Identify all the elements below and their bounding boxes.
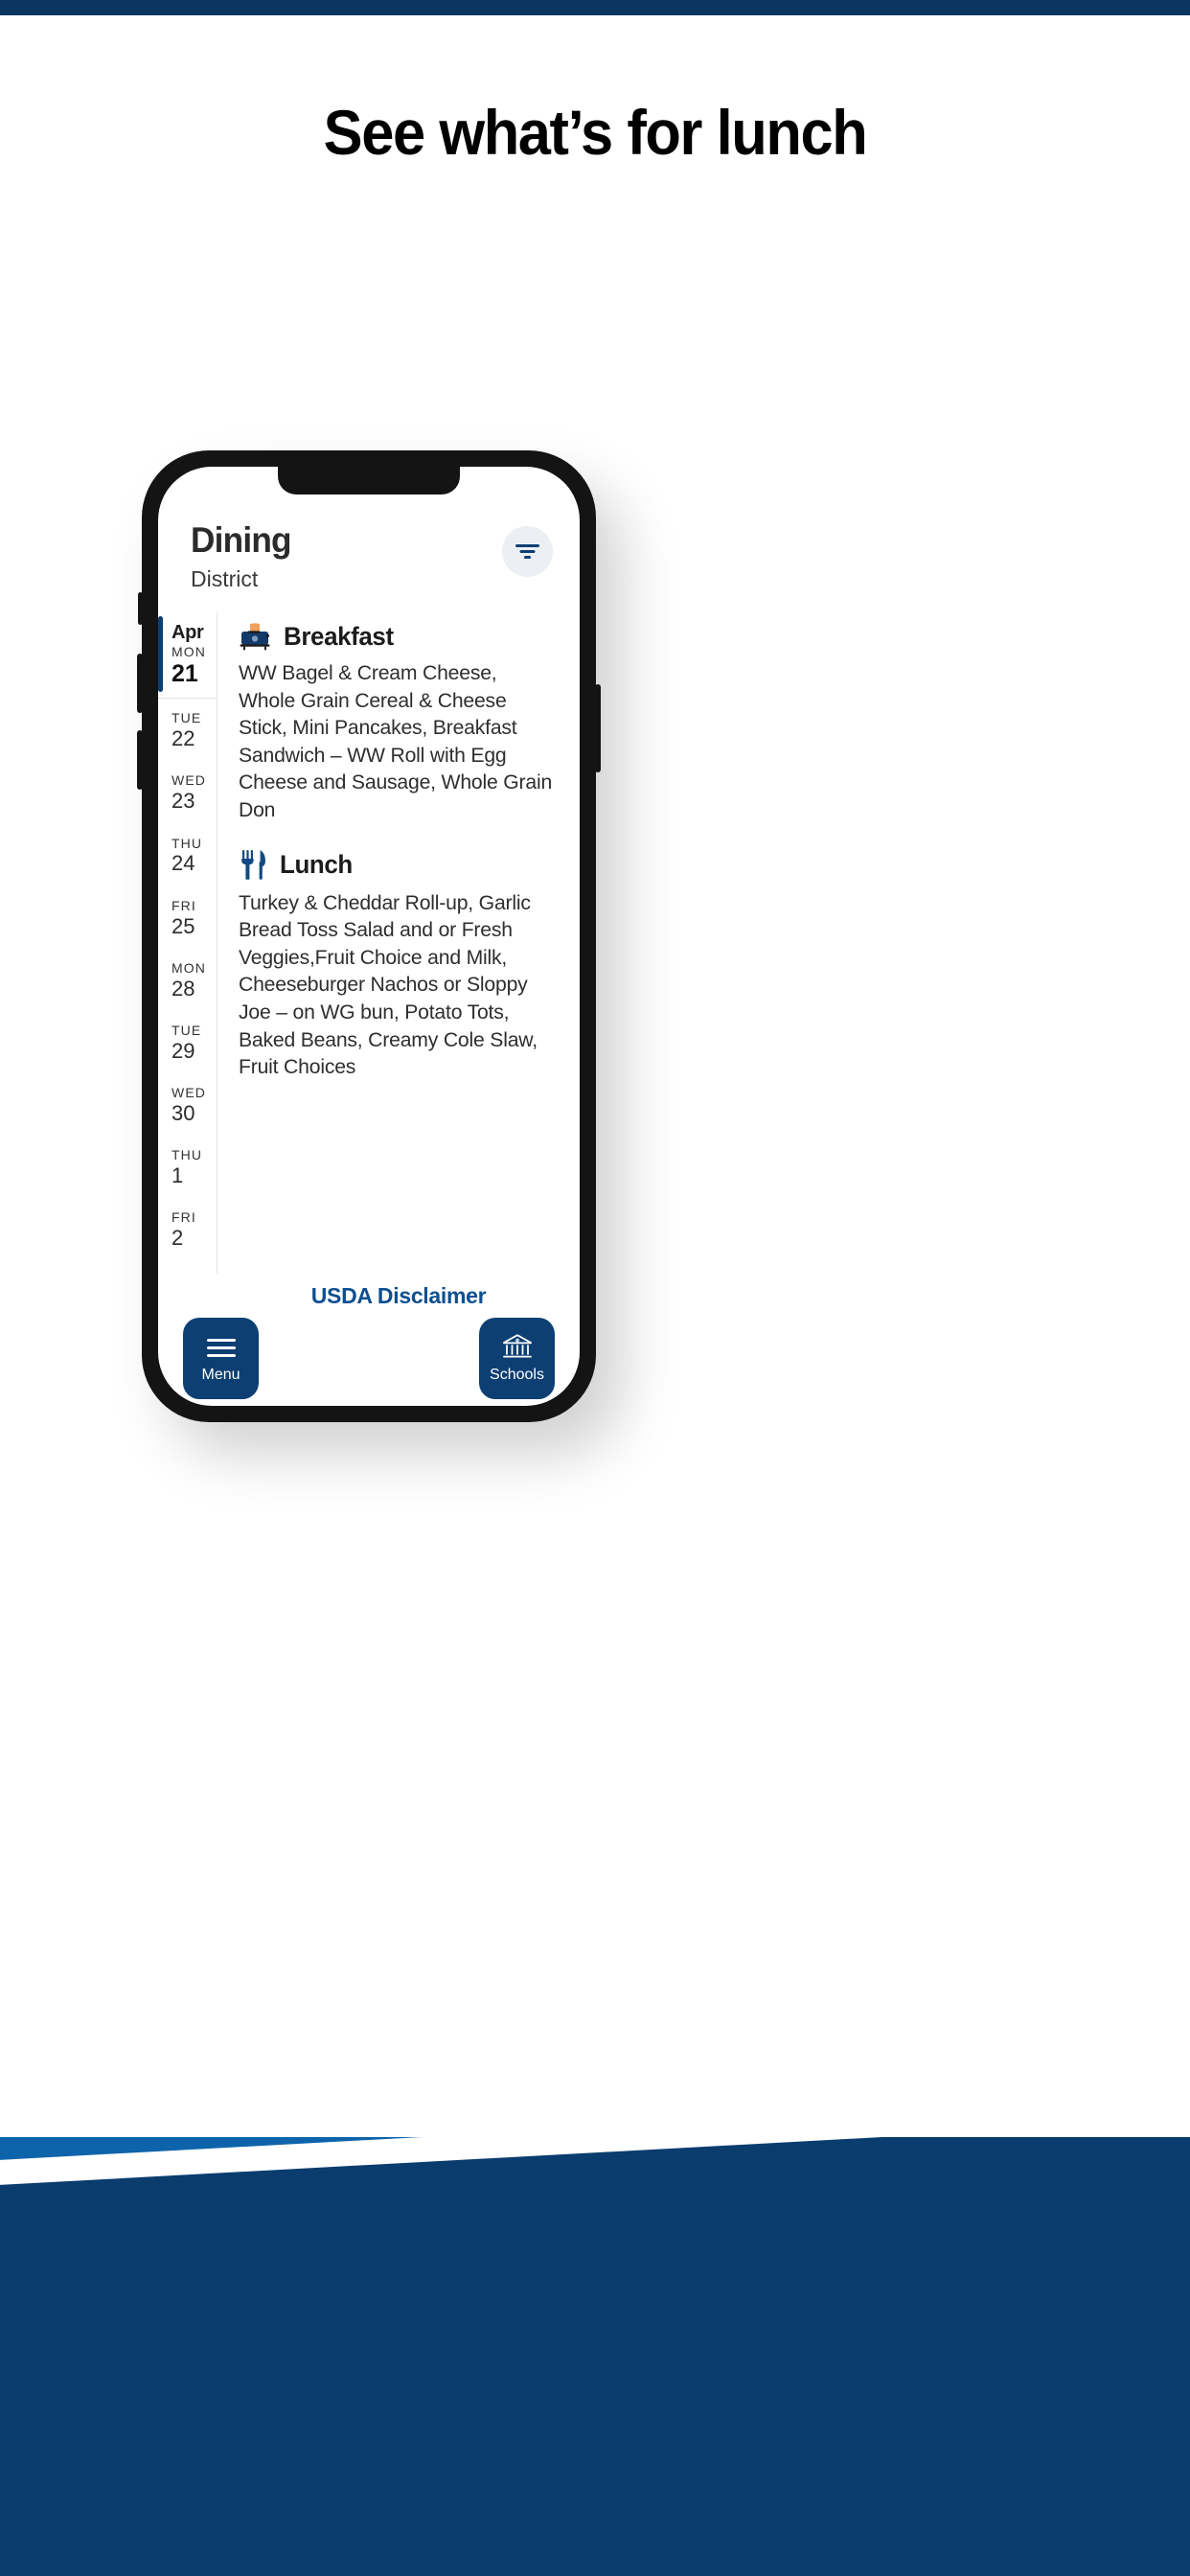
date-item[interactable]: TUE 22 <box>158 699 217 761</box>
menu-button-label: Menu <box>201 1366 240 1383</box>
date-item[interactable]: THU 1 <box>158 1136 217 1198</box>
phone-notch <box>278 467 460 494</box>
date-daynumber: 28 <box>172 976 195 1000</box>
meal-description: WW Bagel & Cream Cheese, Whole Grain Cer… <box>239 661 553 821</box>
date-item[interactable]: FRI 25 <box>158 886 217 949</box>
usda-disclaimer-link[interactable]: USDA Disclaimer <box>217 1283 580 1309</box>
date-daynumber: 22 <box>172 726 195 751</box>
top-accent-bar <box>0 0 1190 15</box>
date-daynumber: 29 <box>172 1038 195 1063</box>
page-title: Dining <box>191 520 292 560</box>
date-month: Apr <box>172 622 204 643</box>
fork-knife-icon <box>241 849 265 880</box>
phone-volume-down[interactable] <box>137 730 143 790</box>
date-dayofweek: THU <box>172 835 203 851</box>
app-header: Dining District <box>158 520 580 607</box>
date-item[interactable]: THU 24 <box>158 824 217 886</box>
date-daynumber: 23 <box>172 789 195 814</box>
school-building-icon <box>502 1334 532 1358</box>
date-dayofweek: FRI <box>172 1209 196 1226</box>
phone-mute-switch[interactable] <box>138 592 143 625</box>
date-daynumber: 25 <box>172 913 195 938</box>
date-rail[interactable]: Apr MON 21 TUE 22 WED 23 THU 24 FRI 25 M… <box>158 612 217 1274</box>
page-headline: See what’s for lunch <box>323 97 868 168</box>
schools-button[interactable]: Schools <box>479 1318 555 1399</box>
filter-icon <box>515 544 539 559</box>
date-item[interactable]: MON 28 <box>158 949 217 1011</box>
date-dayofweek: TUE <box>172 710 202 726</box>
phone-mockup: Dining District Apr MON 21 TUE 22 WED 23… <box>137 450 601 1422</box>
page-subtitle: District <box>191 566 259 591</box>
date-item[interactable]: Apr MON 21 <box>158 612 217 700</box>
date-dayofweek: THU <box>172 1146 203 1162</box>
meal-title: Lunch <box>280 850 353 880</box>
date-item[interactable]: WED 30 <box>158 1073 217 1136</box>
phone-volume-up[interactable] <box>137 654 143 713</box>
date-daynumber: 1 <box>172 1162 184 1187</box>
page-root: See what’s for lunch Dining District Apr… <box>0 0 1190 2576</box>
date-item[interactable]: TUE 29 <box>158 1011 217 1073</box>
app-body: Apr MON 21 TUE 22 WED 23 THU 24 FRI 25 M… <box>158 612 580 1274</box>
decorative-blue-banner <box>0 2137 1190 2576</box>
menu-button[interactable]: Menu <box>183 1318 259 1399</box>
hamburger-icon <box>206 1334 236 1362</box>
date-daynumber: 21 <box>172 659 198 687</box>
date-dayofweek: MON <box>172 1271 217 1274</box>
meal-list: Breakfast WW Bagel & Cream Cheese, Whole… <box>217 612 580 1274</box>
date-dayofweek: MON <box>172 644 206 659</box>
meal-header: Breakfast <box>239 622 561 652</box>
deco-base-layer <box>0 2137 1190 2576</box>
date-dayofweek: WED <box>172 772 206 789</box>
meal-section-breakfast: Breakfast WW Bagel & Cream Cheese, Whole… <box>239 622 561 824</box>
date-dayofweek: WED <box>172 1084 206 1100</box>
filter-button[interactable] <box>502 526 553 577</box>
date-daynumber: 24 <box>172 851 195 876</box>
phone-power-button[interactable] <box>595 684 601 772</box>
meal-description: Turkey & Cheddar Roll-up, Garlic Bread T… <box>239 890 538 1079</box>
date-daynumber: 2 <box>172 1225 184 1250</box>
phone-screen: Dining District Apr MON 21 TUE 22 WED 23… <box>158 467 580 1406</box>
date-daynumber: 30 <box>172 1100 195 1125</box>
date-item[interactable]: FRI 2 <box>158 1198 217 1260</box>
toaster-icon <box>240 622 270 650</box>
date-dayofweek: TUE <box>172 1022 202 1038</box>
meal-section-lunch: Lunch Turkey & Cheddar Roll-up, Garlic B… <box>239 849 561 1081</box>
meal-title: Breakfast <box>284 622 394 651</box>
schools-button-label: Schools <box>490 1367 544 1383</box>
date-dayofweek: MON <box>172 959 206 976</box>
date-item[interactable]: MON 3 <box>158 1260 217 1274</box>
date-item[interactable]: WED 23 <box>158 761 217 823</box>
date-dayofweek: FRI <box>172 897 196 913</box>
meal-header: Lunch <box>239 849 561 882</box>
